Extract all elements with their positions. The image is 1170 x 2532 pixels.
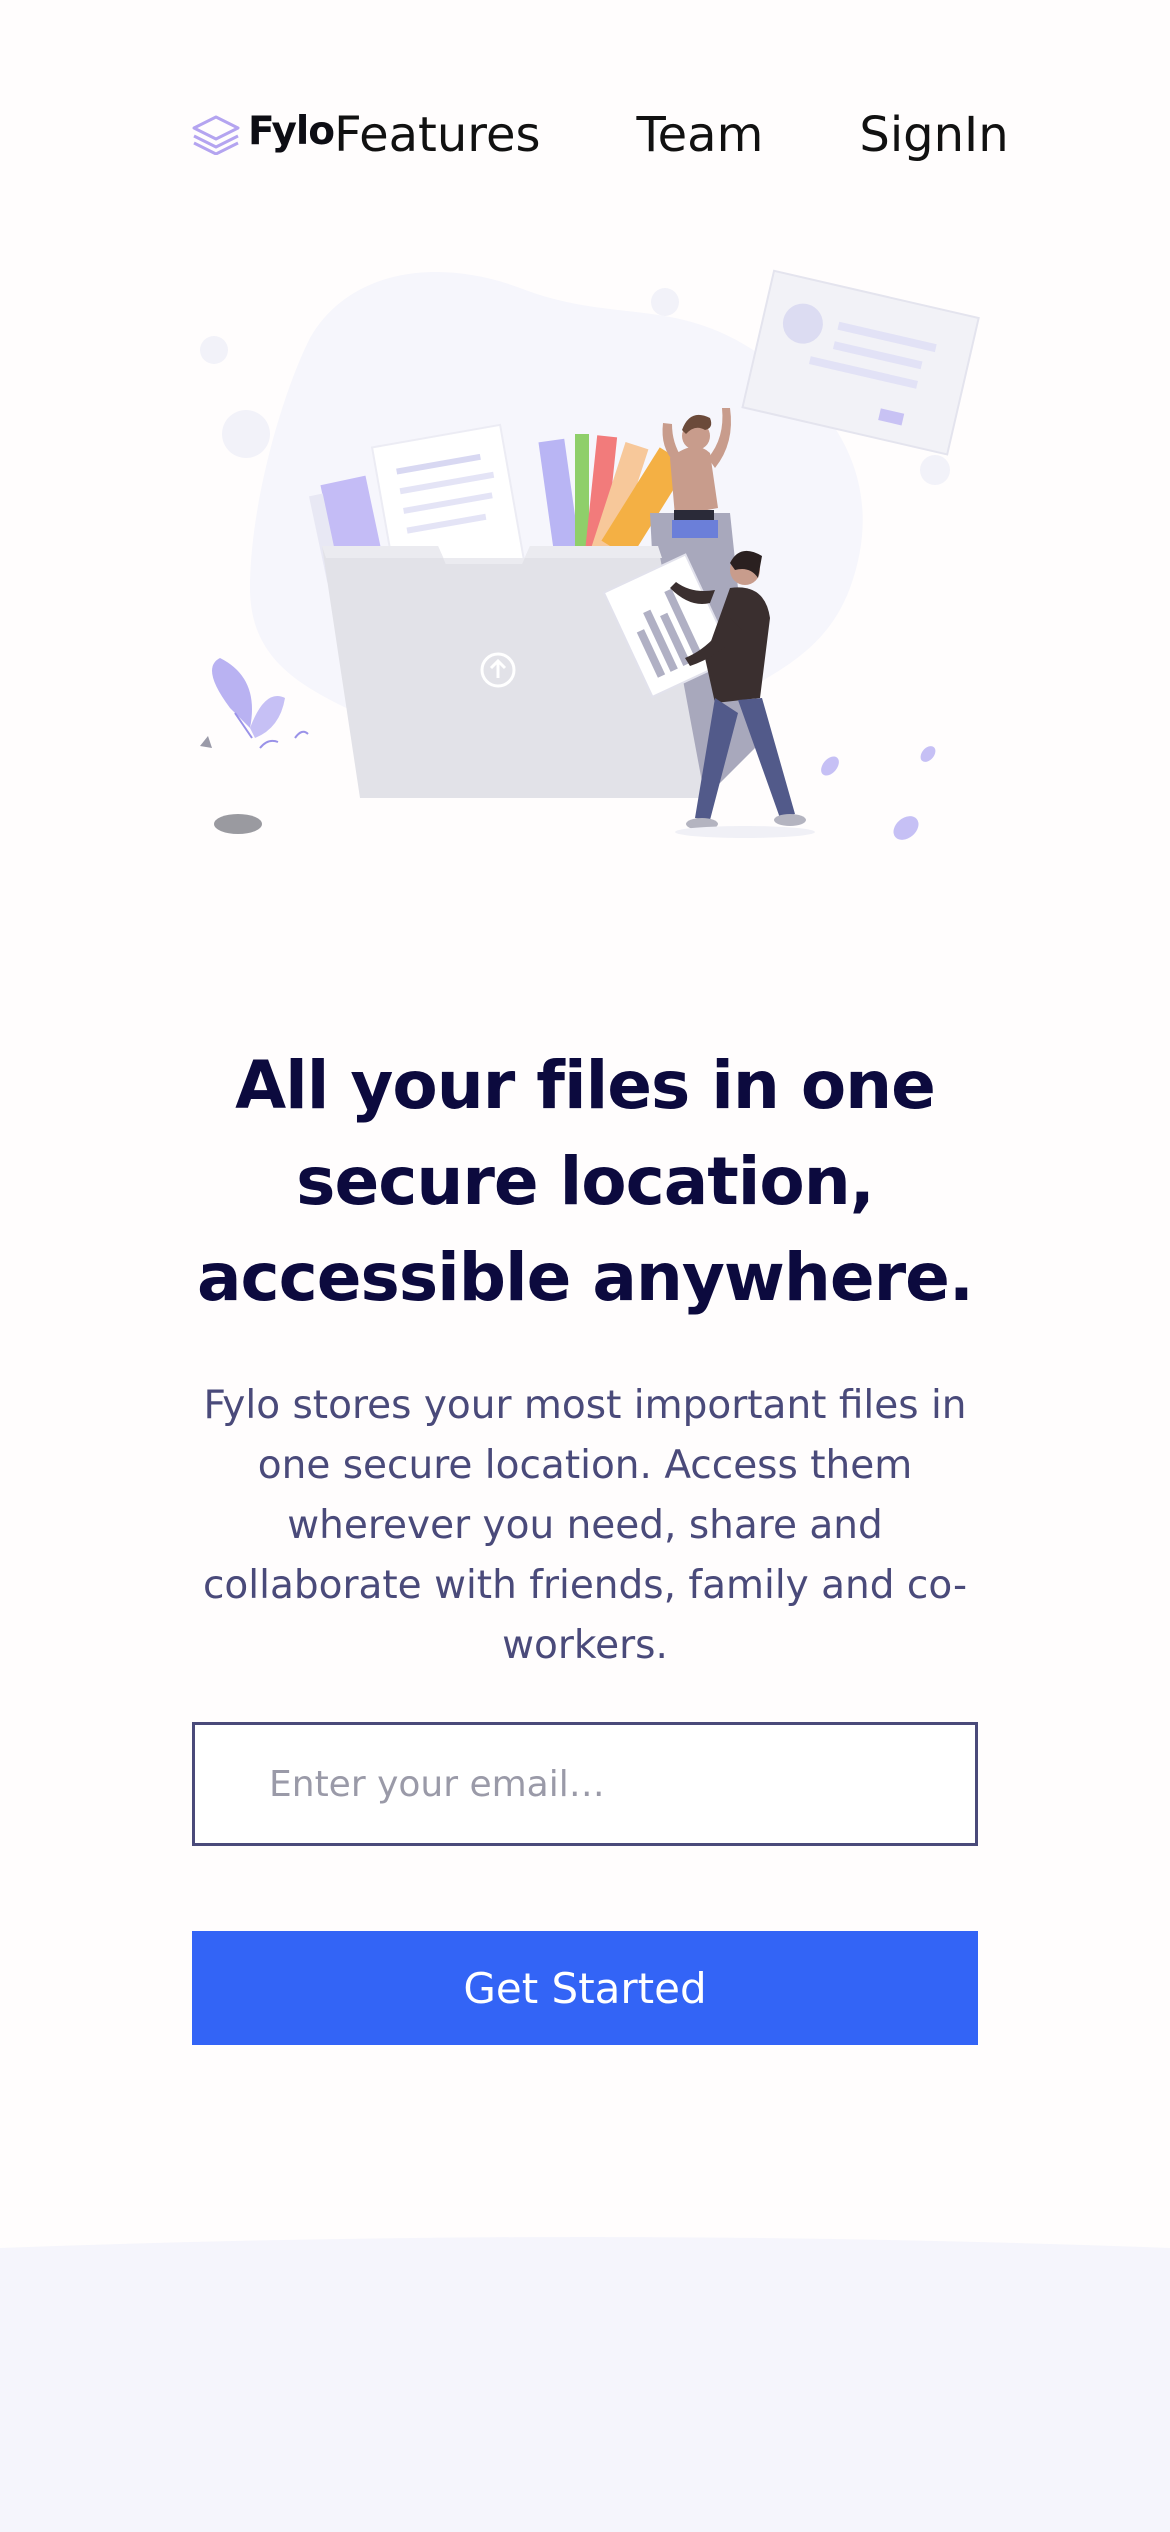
nav-link-signin[interactable]: SignIn <box>859 107 1008 163</box>
nav-link-features[interactable]: Features <box>334 107 540 163</box>
header: Fylo Features Team SignIn <box>192 100 1009 170</box>
hero-headline: All your files in one secure location, a… <box>197 1047 974 1316</box>
get-started-button[interactable]: Get Started <box>192 1931 978 2045</box>
nav-link-team[interactable]: Team <box>636 107 763 163</box>
hero-description: Fylo stores your most important files in… <box>202 1383 968 1668</box>
main-nav: Features Team SignIn <box>334 107 1009 163</box>
hero-illustration <box>200 269 980 840</box>
stacked-layers-icon <box>192 115 240 155</box>
brand-logo[interactable]: Fylo <box>192 109 335 158</box>
brand-name: Fylo <box>248 108 335 154</box>
features-section-background <box>0 2237 1170 2532</box>
email-field[interactable] <box>192 1722 978 1846</box>
landing-page: Fylo Features Team SignIn All your files… <box>0 0 1170 2532</box>
